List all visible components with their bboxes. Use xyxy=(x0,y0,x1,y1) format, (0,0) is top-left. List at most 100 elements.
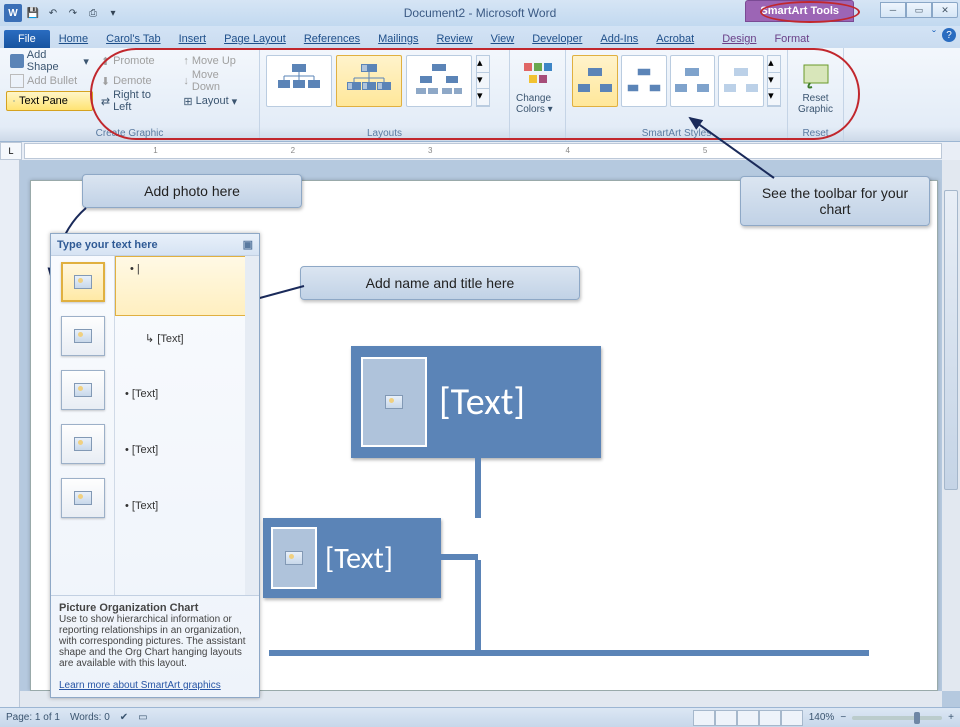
add-bullet-button: Add Bullet xyxy=(6,71,93,91)
chart-connector-v2 xyxy=(475,560,481,650)
layout-button[interactable]: ⊞ Layout ▾ xyxy=(179,91,253,111)
view-draft[interactable] xyxy=(781,710,803,726)
save-icon[interactable]: 💾 xyxy=(24,4,42,22)
minimize-button[interactable]: ─ xyxy=(880,2,906,18)
text-pane-thumb-2[interactable] xyxy=(61,316,105,356)
tab-design[interactable]: Design xyxy=(713,30,765,48)
view-full-screen[interactable] xyxy=(715,710,737,726)
text-pane-close-icon[interactable]: ▣ xyxy=(243,238,253,251)
text-pane-item-1[interactable]: • | xyxy=(115,256,247,316)
status-macro-icon[interactable]: ▭ xyxy=(138,712,147,723)
text-pane-thumb-1[interactable] xyxy=(61,262,105,302)
horizontal-ruler[interactable]: 1 2 3 4 5 xyxy=(24,143,942,159)
zoom-slider-knob[interactable] xyxy=(914,712,920,724)
text-pane-item-4[interactable]: • [Text] xyxy=(125,444,158,456)
chart-node-assistant[interactable]: [Text] xyxy=(263,518,441,598)
layout-option-2-selected[interactable] xyxy=(336,55,402,107)
chart-node-top[interactable]: [Text] xyxy=(351,346,601,458)
tab-selector-button[interactable]: L xyxy=(0,142,22,160)
status-page[interactable]: Page: 1 of 1 xyxy=(6,712,60,723)
text-pane-item-5[interactable]: • [Text] xyxy=(125,500,158,512)
tab-format[interactable]: Format xyxy=(765,30,818,48)
move-down-button: ↓ Move Down xyxy=(179,71,253,91)
close-button[interactable]: ✕ xyxy=(932,2,958,18)
callout-add-name: Add name and title here xyxy=(300,266,580,300)
add-shape-button[interactable]: Add Shape ▾ xyxy=(6,51,93,71)
learn-more-link[interactable]: Learn more about SmartArt graphics xyxy=(59,680,221,691)
tab-addins[interactable]: Add-Ins xyxy=(591,30,647,48)
chart-connector-h2 xyxy=(269,650,869,656)
tab-developer[interactable]: Developer xyxy=(523,30,591,48)
qat-icon-1[interactable]: ⎙ xyxy=(84,4,102,22)
style-option-1-selected[interactable] xyxy=(572,55,618,107)
text-pane-thumb-5[interactable] xyxy=(61,478,105,518)
restore-button[interactable]: ▭ xyxy=(906,2,932,18)
tab-references[interactable]: References xyxy=(295,30,369,48)
tab-page-layout[interactable]: Page Layout xyxy=(215,30,295,48)
text-pane-thumb-4[interactable] xyxy=(61,424,105,464)
right-to-left-button[interactable]: ⇄ Right to Left xyxy=(97,91,176,111)
text-pane-item-2[interactable]: ↳ [Text] xyxy=(145,332,184,345)
tab-carol[interactable]: Carol's Tab xyxy=(97,30,169,48)
tab-acrobat[interactable]: Acrobat xyxy=(647,30,703,48)
styles-gallery-more[interactable]: ▴▾▾ xyxy=(767,55,781,107)
text-pane-info: Picture Organization Chart Use to show h… xyxy=(51,595,259,697)
smartart-text-pane[interactable]: Type your text here ▣ • | ↳ [Text] • [Te… xyxy=(50,233,260,698)
text-pane-button[interactable]: Text Pane xyxy=(6,91,93,111)
callout-toolbar: See the toolbar for your chart xyxy=(740,176,930,226)
tab-review[interactable]: Review xyxy=(427,30,481,48)
help-icon[interactable]: ? xyxy=(942,28,956,42)
view-web-layout[interactable] xyxy=(737,710,759,726)
redo-icon[interactable]: ↷ xyxy=(64,4,82,22)
style-option-3[interactable] xyxy=(670,55,716,107)
contextual-tab-label: SmartArt Tools xyxy=(745,0,854,22)
vertical-ruler[interactable] xyxy=(0,160,20,707)
tab-mailings[interactable]: Mailings xyxy=(369,30,427,48)
text-pane-item-3[interactable]: • [Text] xyxy=(125,388,158,400)
chart-node-top-picture[interactable] xyxy=(361,357,427,447)
text-pane-header: Type your text here ▣ xyxy=(51,234,259,256)
layout-option-3[interactable] xyxy=(406,55,472,107)
change-colors-button[interactable]: Change Colors ▾ xyxy=(516,51,559,123)
reset-graphic-button[interactable]: Reset Graphic xyxy=(794,51,837,123)
tab-insert[interactable]: Insert xyxy=(170,30,216,48)
layouts-gallery-more[interactable]: ▴▾▾ xyxy=(476,55,490,107)
chart-node-top-text[interactable]: [Text] xyxy=(439,379,525,425)
group-label-styles: SmartArt Styles xyxy=(566,128,787,139)
window-title: Document2 - Microsoft Word xyxy=(404,6,557,20)
zoom-slider[interactable] xyxy=(852,716,942,720)
group-layouts: ▴▾▾ Layouts xyxy=(260,48,510,141)
zoom-out-button[interactable]: − xyxy=(840,712,846,723)
undo-icon[interactable]: ↶ xyxy=(44,4,62,22)
qat-icon-2[interactable]: ▾ xyxy=(104,4,122,22)
view-outline[interactable] xyxy=(759,710,781,726)
chart-node-assistant-text[interactable]: [Text] xyxy=(325,540,393,577)
text-pane-list[interactable]: • | ↳ [Text] • [Text] • [Text] • [Text] xyxy=(115,256,259,595)
image-placeholder-icon xyxy=(74,383,92,397)
style-option-2[interactable] xyxy=(621,55,667,107)
promote-button: ⬆ Promote xyxy=(97,51,176,71)
minimize-ribbon-icon[interactable]: ˇ xyxy=(932,28,936,42)
chart-node-assistant-picture[interactable] xyxy=(271,527,317,589)
vertical-scrollbar[interactable] xyxy=(942,160,960,691)
view-print-layout[interactable] xyxy=(693,710,715,726)
zoom-in-button[interactable]: + xyxy=(948,712,954,723)
layout-option-1[interactable] xyxy=(266,55,332,107)
tab-view[interactable]: View xyxy=(482,30,524,48)
chart-connector-h1 xyxy=(441,554,478,560)
status-words[interactable]: Words: 0 xyxy=(70,712,110,723)
group-create-graphic: Add Shape ▾ Add Bullet Text Pane ⬆ Promo… xyxy=(0,48,260,141)
zoom-level[interactable]: 140% xyxy=(809,712,835,723)
tab-file[interactable]: File xyxy=(4,30,50,48)
view-buttons xyxy=(693,710,803,726)
tab-home[interactable]: Home xyxy=(50,30,97,48)
image-placeholder-icon xyxy=(385,395,403,409)
vertical-scrollbar-thumb[interactable] xyxy=(944,190,958,490)
style-option-4[interactable] xyxy=(718,55,764,107)
word-app-icon[interactable]: W xyxy=(4,4,22,22)
text-pane-scrollbar[interactable] xyxy=(245,256,259,595)
text-pane-thumb-3[interactable] xyxy=(61,370,105,410)
image-placeholder-icon xyxy=(74,329,92,343)
status-spell-icon[interactable]: ✔ xyxy=(120,712,128,723)
text-pane-thumbnails xyxy=(51,256,115,595)
